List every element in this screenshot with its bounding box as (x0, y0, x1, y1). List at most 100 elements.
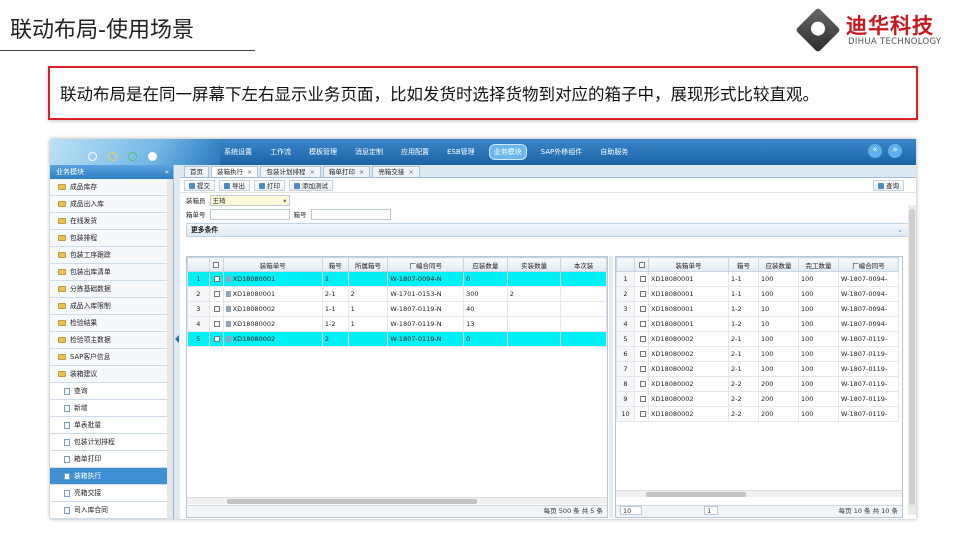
table-row[interactable]: 4 XD18080002 1-2 1 W-1807-0119-N 13 (187, 316, 607, 332)
row-checkbox[interactable] (214, 276, 221, 282)
row-checkbox-cell[interactable] (634, 331, 649, 347)
tab[interactable]: 首页 (184, 166, 209, 177)
menu-item[interactable]: 自助服务 (596, 145, 632, 159)
table-cell[interactable]: 100 (798, 286, 839, 302)
left-hscrollbar[interactable] (187, 497, 607, 504)
row-checkbox[interactable] (639, 321, 646, 327)
table-cell[interactable]: 100 (798, 271, 839, 287)
sidebar-item[interactable]: 成品库存 (50, 179, 173, 196)
table-cell[interactable] (347, 331, 389, 347)
table-row[interactable]: 6 XD18080002 2-1 100 100 W-1807-0119- (616, 346, 899, 362)
right-hscrollbar[interactable] (616, 490, 902, 497)
table-cell[interactable] (506, 316, 562, 332)
box-input[interactable] (310, 208, 391, 220)
table-cell[interactable]: 0 (463, 271, 508, 287)
row-checkbox[interactable] (639, 351, 646, 357)
column-header[interactable]: 厂编合同号 (838, 257, 899, 272)
table-cell[interactable]: XD18080002 (222, 316, 323, 332)
table-cell[interactable]: W-1807-0119- (838, 361, 899, 377)
sidebar-item[interactable]: 装箱建议 (50, 366, 173, 383)
table-row[interactable]: 9 XD18080002 2-2 200 100 W-1807-0119- (616, 391, 899, 407)
table-row[interactable]: 1 XD18080001 1 W-1807-0094-N 0 (187, 271, 607, 287)
close-icon[interactable]: × (247, 168, 252, 176)
table-cell[interactable] (347, 271, 389, 287)
table-cell[interactable] (506, 301, 562, 317)
table-cell[interactable]: 1-1 (321, 301, 349, 317)
scroll-thumb[interactable] (646, 492, 746, 497)
row-checkbox-cell[interactable] (634, 316, 649, 332)
table-cell[interactable]: W-1807-0094- (838, 271, 899, 287)
table-cell[interactable]: XD18080002 (648, 361, 729, 377)
packer-select[interactable]: 王琦 ▾ (209, 194, 290, 206)
row-checkbox[interactable] (639, 276, 646, 282)
table-cell[interactable] (560, 301, 607, 317)
close-icon[interactable]: × (309, 168, 314, 176)
table-cell[interactable]: 2-1 (728, 361, 759, 377)
table-cell[interactable]: W-1807-0094- (838, 301, 899, 317)
double-right-icon[interactable]: » (888, 144, 902, 158)
sidebar-item[interactable]: 查询 (50, 383, 173, 400)
row-checkbox-cell[interactable] (634, 391, 649, 407)
table-cell[interactable] (506, 331, 562, 347)
table-cell[interactable]: 1 (347, 301, 389, 317)
column-header[interactable]: 本次装 (560, 257, 607, 272)
row-checkbox[interactable] (639, 306, 646, 312)
table-cell[interactable]: 100 (798, 331, 839, 347)
table-cell[interactable]: 1-1 (728, 286, 759, 302)
tab[interactable]: 包装计划排程 × (260, 166, 321, 177)
box-no-input[interactable] (209, 208, 290, 220)
close-icon[interactable]: × (359, 168, 364, 176)
sidebar-item[interactable]: 包装排程 (50, 230, 173, 247)
collapse-icon[interactable]: « (165, 165, 169, 179)
row-checkbox-cell[interactable] (634, 361, 649, 377)
menu-item[interactable]: 模板管理 (305, 145, 341, 159)
row-checkbox-cell[interactable] (208, 271, 224, 287)
sidebar-item[interactable]: 单表批量 (50, 417, 173, 434)
column-header[interactable]: 装箱单号 (222, 257, 323, 272)
select-all-checkbox[interactable] (213, 261, 220, 268)
submit-button[interactable]: 提交 (184, 179, 215, 191)
chevron-down-icon[interactable]: ⌄ (897, 224, 903, 236)
table-cell[interactable]: 1-1 (728, 271, 759, 287)
scroll-thumb[interactable] (909, 209, 915, 505)
table-row[interactable]: 3 XD18080001 1-2 10 100 W-1807-0094- (616, 301, 899, 317)
tab[interactable]: 箱单打印 × (322, 166, 371, 177)
table-cell[interactable]: 2 (506, 286, 562, 302)
table-cell[interactable]: 100 (798, 406, 839, 422)
column-header[interactable]: 应装数量 (758, 257, 799, 272)
table-row[interactable]: 5 XD18080002 2 W-1807-0119-N 0 (187, 331, 607, 347)
user-icon[interactable] (148, 152, 157, 161)
table-cell[interactable]: 2-1 (728, 346, 759, 362)
sidebar-item[interactable]: 分拣基础数据 (50, 281, 173, 298)
grid-splitter[interactable] (609, 256, 613, 518)
tab[interactable]: 亮箱交接 × (372, 166, 420, 177)
query-button[interactable]: 查询 (873, 180, 904, 191)
table-cell[interactable]: 1 (321, 271, 349, 287)
row-checkbox-cell[interactable] (634, 271, 649, 287)
table-cell[interactable]: XD18080002 (648, 331, 729, 347)
column-header[interactable]: 完工数量 (798, 257, 839, 272)
table-cell[interactable]: 100 (798, 301, 839, 317)
row-checkbox-cell[interactable] (634, 406, 649, 422)
table-cell[interactable]: XD18080001 (648, 286, 729, 302)
table-cell[interactable]: W-1807-0119- (838, 406, 899, 422)
table-cell[interactable]: W-1807-0094-N (387, 271, 465, 287)
table-row[interactable]: 2 XD18080001 1-1 100 100 W-1807-0094- (616, 286, 899, 302)
row-checkbox-cell[interactable] (634, 286, 649, 302)
row-checkbox[interactable] (639, 396, 646, 402)
page-number-input[interactable]: 1 (704, 506, 719, 515)
row-checkbox-cell[interactable] (208, 286, 224, 302)
column-header[interactable] (616, 257, 635, 272)
sidebar-item[interactable]: 检验结果 (50, 315, 173, 332)
sidebar-item[interactable]: 检验项主数据 (50, 332, 173, 349)
circle-icon[interactable] (128, 152, 137, 161)
table-cell[interactable]: W-1807-0119- (838, 331, 899, 347)
row-checkbox[interactable] (639, 366, 646, 372)
table-cell[interactable]: 200 (758, 406, 799, 422)
main-scrollbar[interactable] (908, 205, 916, 515)
table-cell[interactable]: W-1807-0119-N (387, 316, 465, 332)
add-test-button[interactable]: 添加测试 (289, 179, 333, 191)
table-cell[interactable] (560, 316, 607, 332)
table-cell[interactable]: 13 (463, 316, 508, 332)
table-cell[interactable]: W-1701-0153-N (387, 286, 465, 302)
